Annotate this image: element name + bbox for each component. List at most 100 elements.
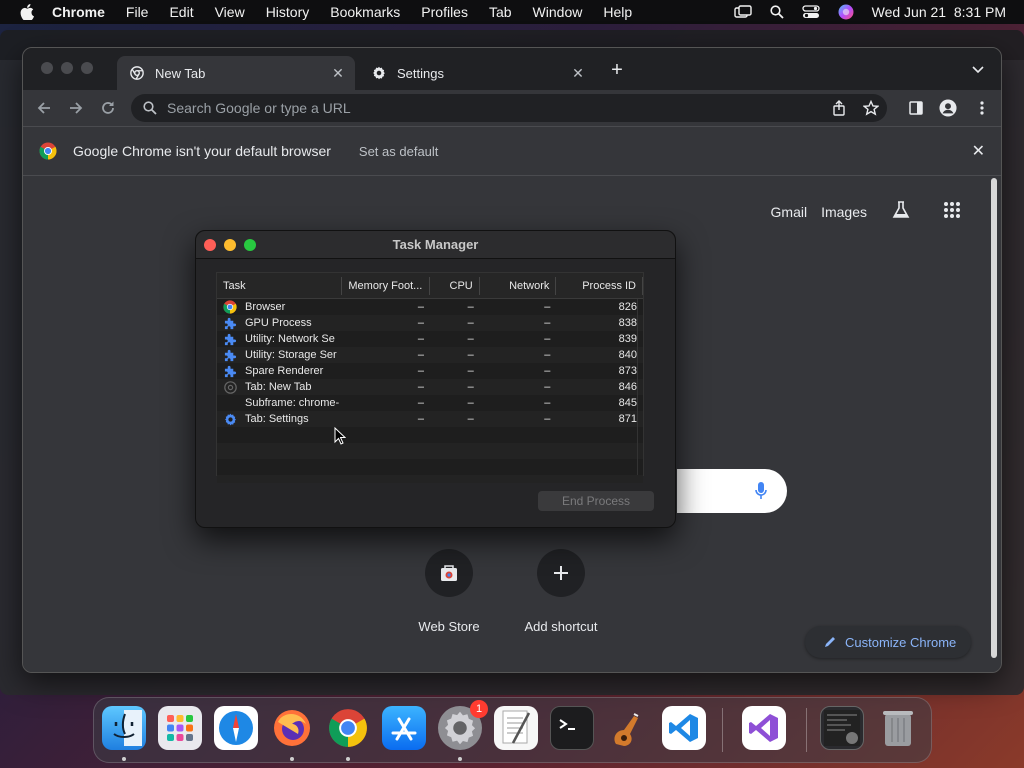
task-name: Tab: New Tab (245, 381, 312, 393)
table-row[interactable]: Subframe: chrome- – – – 845 (217, 395, 643, 411)
task-name: Spare Renderer (245, 365, 324, 377)
images-link[interactable]: Images (821, 204, 867, 220)
back-arrow-icon[interactable] (35, 99, 53, 117)
table-row[interactable]: Utility: Network Se – – – 839 (217, 331, 643, 347)
column-header-cpu[interactable]: CPU (430, 276, 480, 295)
cell-cpu: – (467, 349, 474, 361)
status-area: Wed Jun 21 8:31 PM (733, 0, 1006, 24)
zoom-window-button[interactable] (81, 62, 93, 74)
omnibox[interactable] (131, 94, 887, 122)
google-apps-icon[interactable] (943, 201, 961, 222)
close-tab-icon[interactable]: ✕ (571, 65, 585, 81)
launchpad-icon[interactable] (158, 706, 202, 750)
trash-icon[interactable] (876, 706, 920, 750)
table-row[interactable]: Tab: New Tab – – – 846 (217, 379, 643, 395)
default-browser-infobar: Google Chrome isn't your default browser… (23, 126, 1001, 176)
app-store-icon[interactable] (382, 706, 426, 750)
table-row[interactable]: Spare Renderer – – – 873 (217, 363, 643, 379)
minimize-window-button[interactable] (61, 62, 73, 74)
scrollbar-thumb[interactable] (991, 178, 997, 658)
menu-tab[interactable]: Tab (489, 4, 512, 20)
labs-flask-icon[interactable] (891, 200, 911, 223)
ntp-search-box[interactable] (677, 469, 787, 513)
system-settings-icon[interactable]: 1 (438, 700, 488, 750)
minimize-window-button[interactable] (224, 239, 236, 251)
tab-settings[interactable]: Settings ✕ (359, 56, 595, 90)
textedit-icon[interactable] (494, 706, 538, 750)
menu-view[interactable]: View (215, 4, 245, 20)
control-center-icon[interactable] (801, 5, 820, 19)
address-bar-input[interactable] (167, 100, 767, 116)
cell-cpu: – (467, 397, 474, 409)
tab-new-tab[interactable]: New Tab ✕ (117, 56, 355, 90)
menu-bookmarks[interactable]: Bookmarks (330, 4, 400, 20)
screenshot-thumbnail-icon[interactable] (820, 706, 864, 750)
shortcut-label: Add shortcut (524, 619, 598, 634)
running-indicator (346, 757, 350, 761)
table-body: Browser – – – 826 GPU Process – – – 838 Utility: N… (217, 299, 643, 427)
apple-menu-icon[interactable] (18, 3, 36, 21)
screen-mirroring-icon[interactable] (733, 5, 752, 19)
tab-search-chevron-icon[interactable] (971, 62, 987, 78)
menubar-clock[interactable]: Wed Jun 21 8:31 PM (872, 4, 1006, 20)
end-process-button[interactable]: End Process (538, 491, 654, 511)
column-header-task[interactable]: Task (217, 276, 343, 295)
siri-icon[interactable] (838, 4, 854, 20)
task-manager-window: Task Manager Task Memory Foot... CPU Net… (195, 230, 676, 528)
table-row[interactable]: GPU Process – – – 838 (217, 315, 643, 331)
kebab-menu-icon[interactable] (973, 99, 991, 117)
side-panel-icon[interactable] (907, 99, 925, 117)
gmail-link[interactable]: Gmail (771, 204, 808, 220)
shortcut-web-store[interactable]: Web Store (399, 549, 499, 634)
safari-icon[interactable] (214, 706, 258, 750)
tab-title: New Tab (155, 65, 206, 81)
cell-memory: – (417, 349, 424, 361)
forward-arrow-icon[interactable] (67, 99, 85, 117)
close-window-button[interactable] (204, 239, 216, 251)
voice-search-mic-icon[interactable] (755, 481, 767, 506)
menu-edit[interactable]: Edit (169, 4, 193, 20)
mouse-cursor-icon (334, 426, 347, 450)
toolbar (23, 90, 1001, 126)
firefox-icon[interactable] (270, 706, 314, 750)
reload-icon[interactable] (99, 99, 117, 117)
page-scrollbar[interactable] (989, 176, 999, 660)
vscode-icon[interactable] (662, 706, 706, 750)
table-row[interactable]: Tab: Settings – – – 871 (217, 411, 643, 427)
spotlight-search-icon[interactable] (770, 5, 784, 19)
cell-network: – (544, 301, 551, 313)
column-header-network[interactable]: Network (480, 276, 557, 295)
cell-cpu: – (467, 333, 474, 345)
profile-avatar-icon[interactable] (939, 99, 957, 117)
menu-window[interactable]: Window (533, 4, 583, 20)
set-as-default-button[interactable]: Set as default (359, 144, 439, 159)
chrome-dock-icon[interactable] (326, 706, 370, 750)
close-tab-icon[interactable]: ✕ (331, 65, 345, 81)
visual-studio-icon[interactable] (742, 706, 786, 750)
cell-task: Utility: Storage Ser (217, 348, 342, 362)
cell-network: – (544, 365, 551, 377)
table-row[interactable]: Utility: Storage Ser – – – 840 (217, 347, 643, 363)
garageband-icon[interactable] (606, 706, 650, 750)
customize-chrome-button[interactable]: Customize Chrome (805, 626, 971, 658)
menu-file[interactable]: File (126, 4, 149, 20)
cell-cpu: – (467, 413, 474, 425)
new-tab-plus-icon[interactable]: + (609, 60, 625, 80)
menu-help[interactable]: Help (603, 4, 632, 20)
table-row[interactable]: Browser – – – 826 (217, 299, 643, 315)
menu-history[interactable]: History (266, 4, 310, 20)
finder-icon[interactable] (102, 706, 146, 750)
bookmark-star-icon[interactable] (862, 99, 880, 121)
column-header-process-id[interactable]: Process ID (556, 276, 643, 295)
table-scrollbar[interactable] (637, 299, 643, 475)
share-icon[interactable] (831, 100, 847, 121)
menu-profiles[interactable]: Profiles (421, 4, 468, 20)
column-header-memory[interactable]: Memory Foot... (342, 276, 430, 295)
puzzle-icon (223, 364, 237, 378)
close-infobar-icon[interactable]: ✕ (972, 141, 985, 161)
zoom-window-button[interactable] (244, 239, 256, 251)
close-window-button[interactable] (41, 62, 53, 74)
shortcut-add[interactable]: Add shortcut (511, 549, 611, 634)
terminal-icon[interactable] (550, 706, 594, 750)
menu-app-name[interactable]: Chrome (52, 4, 105, 20)
